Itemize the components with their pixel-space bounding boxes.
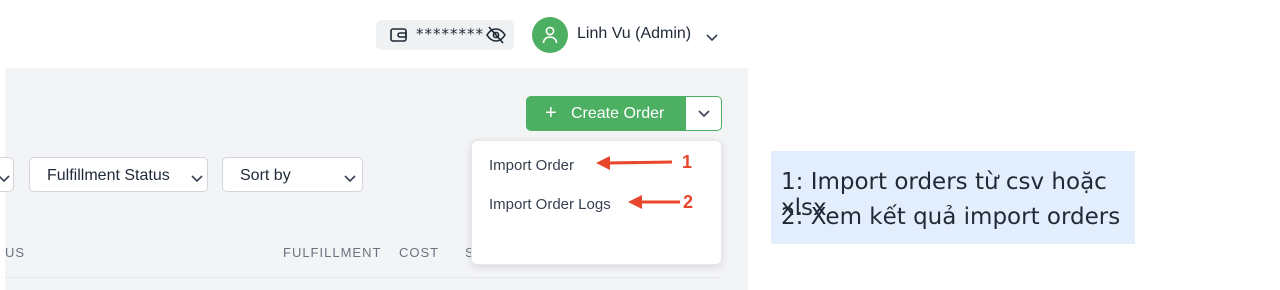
user-name[interactable]: Linh Vu (Admin) <box>577 25 691 43</box>
chevron-down-icon <box>0 170 11 188</box>
annotation-note: 1: Import orders từ csv hoặc xlsx 2: Xem… <box>771 151 1135 244</box>
fulfillment-status-label: Fulfillment Status <box>47 167 170 184</box>
user-icon <box>542 26 558 44</box>
chevron-down-icon <box>190 170 204 188</box>
annotation-marker-1: 1 <box>682 152 693 172</box>
eye-off-icon[interactable] <box>486 26 506 49</box>
create-order-button[interactable]: + Create Order <box>526 96 685 131</box>
annotation-marker-2: 2 <box>683 192 694 212</box>
plus-icon: + <box>545 102 557 124</box>
fulfillment-status-select[interactable]: Fulfillment Status <box>29 157 208 192</box>
note-line-2: 2: Xem kết quả import orders <box>781 204 1121 230</box>
column-header-fulfillment: FULFILLMENT <box>283 245 382 260</box>
sort-by-label: Sort by <box>240 167 291 184</box>
chevron-down-icon[interactable] <box>705 29 719 47</box>
annotation-arrow-1 <box>596 156 673 170</box>
menu-item-import-order-logs[interactable]: Import Order Logs <box>489 196 611 213</box>
annotation-arrow-2 <box>628 195 680 209</box>
wallet-icon <box>390 27 408 48</box>
chevron-down-icon <box>698 110 710 118</box>
balance-mask: ******** <box>416 25 484 43</box>
menu-item-import-order[interactable]: Import Order <box>489 157 574 174</box>
create-order-dropdown-toggle[interactable] <box>685 96 722 131</box>
sort-by-select[interactable]: Sort by <box>222 157 363 192</box>
chevron-down-icon <box>343 170 357 188</box>
column-header-status: US <box>5 245 26 260</box>
balance-display[interactable]: ******** <box>376 20 514 50</box>
avatar[interactable] <box>532 17 568 53</box>
filter-select-partial[interactable] <box>0 157 14 192</box>
create-order-label: Create Order <box>571 105 665 122</box>
column-header-cost: COST <box>399 245 440 260</box>
top-header: ******** Linh Vu (Admin) <box>0 0 760 68</box>
